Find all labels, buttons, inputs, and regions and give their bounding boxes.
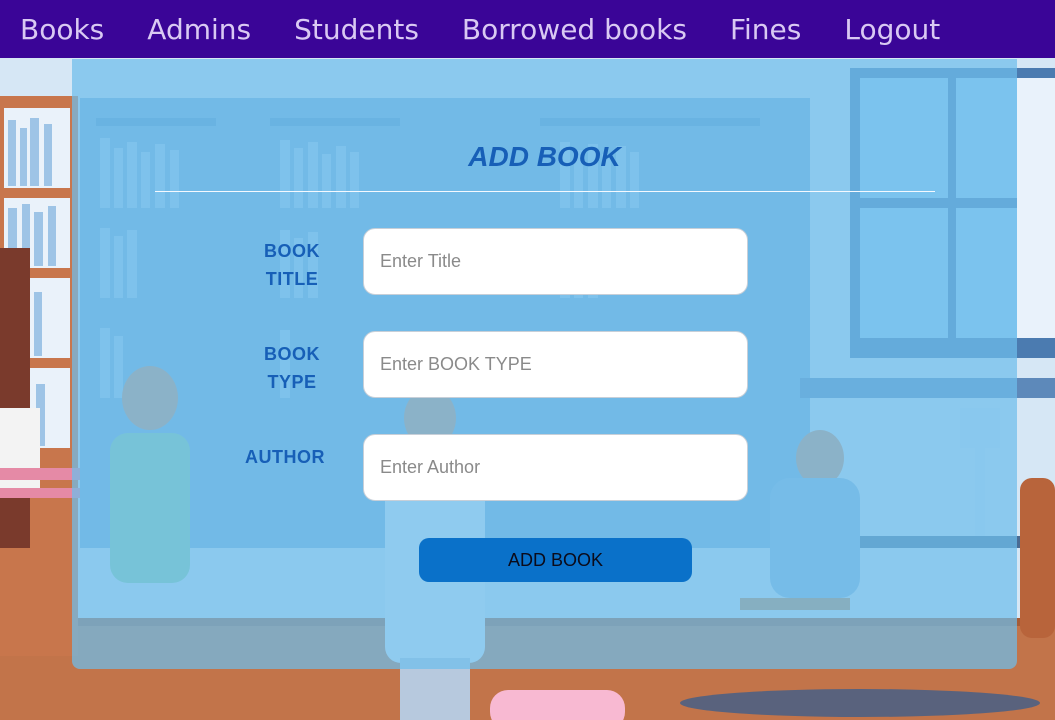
book-title-input[interactable]	[363, 228, 748, 295]
add-book-panel: ADD BOOK BOOK TITLE BOOK TYPE AUTHOR ADD…	[72, 59, 1017, 669]
book-title-label: BOOK TITLE	[264, 241, 320, 289]
nav-link-logout[interactable]: Logout	[844, 13, 940, 46]
nav-link-borrowed-books[interactable]: Borrowed books	[462, 13, 687, 46]
nav-link-admins[interactable]: Admins	[147, 13, 251, 46]
top-nav: Books Admins Students Borrowed books Fin…	[0, 0, 1055, 58]
book-type-input[interactable]	[363, 331, 748, 398]
form-title: ADD BOOK	[468, 141, 621, 172]
author-label: AUTHOR	[245, 447, 325, 467]
author-input[interactable]	[363, 434, 748, 501]
nav-link-students[interactable]: Students	[294, 13, 419, 46]
add-book-button[interactable]: ADD BOOK	[419, 538, 692, 582]
nav-link-fines[interactable]: Fines	[730, 13, 801, 46]
nav-link-books[interactable]: Books	[20, 13, 104, 46]
book-type-label: BOOK TYPE	[264, 344, 320, 392]
title-divider	[155, 191, 935, 192]
